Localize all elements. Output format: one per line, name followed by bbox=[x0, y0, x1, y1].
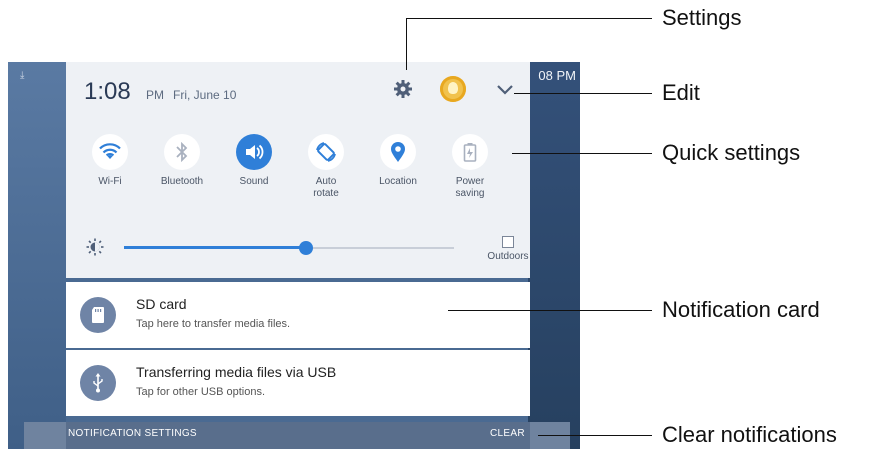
notification-subtitle: Tap for other USB options. bbox=[136, 386, 266, 398]
callout-quick-settings: Quick settings bbox=[662, 140, 801, 165]
notification-card[interactable]: Transferring media files via USB Tap for… bbox=[66, 350, 530, 416]
notification-panel: 1:08 PM Fri, June 10 Wi-Fi Bluetooth Sou… bbox=[66, 62, 530, 278]
callout-line-notification-card bbox=[448, 310, 652, 311]
chevron-down-icon[interactable] bbox=[492, 76, 518, 102]
quick-setting-location[interactable]: Location bbox=[358, 134, 438, 188]
callout-line-settings bbox=[406, 18, 652, 19]
callout-edit: Edit bbox=[662, 80, 700, 105]
callout-notification-card: Notification card bbox=[662, 297, 820, 322]
notification-title: Transferring media files via USB bbox=[136, 364, 337, 380]
device-screen: ⤓ 08 PM 1:08 PM Fri, June 10 Wi-Fi Bluet… bbox=[8, 62, 580, 449]
brightness-fill bbox=[124, 246, 306, 249]
brightness-control: Outdoors bbox=[86, 234, 529, 264]
brightness-slider-thumb[interactable] bbox=[299, 241, 313, 255]
quick-setting-label: Auto rotate bbox=[286, 176, 366, 200]
panel-time: 1:08 bbox=[84, 78, 131, 105]
wallpaper-left bbox=[8, 62, 66, 449]
power-saving-icon bbox=[452, 134, 488, 170]
quick-setting-label: Sound bbox=[239, 176, 269, 187]
location-icon bbox=[380, 134, 416, 170]
quick-setting-label: Power saving bbox=[430, 176, 510, 200]
quick-setting-label: Location bbox=[379, 176, 417, 187]
notification-subtitle: Tap here to transfer media files. bbox=[136, 318, 291, 330]
status-bar-time: 08 PM bbox=[538, 68, 576, 83]
user-avatar[interactable] bbox=[440, 76, 466, 102]
callout-line-quick-settings bbox=[512, 153, 652, 154]
auto-rotate-label: Auto rotate bbox=[313, 176, 339, 199]
power-saving-label: Power saving bbox=[455, 176, 485, 199]
clear-notifications-button[interactable]: CLEAR bbox=[490, 428, 525, 439]
auto-rotate-icon bbox=[308, 134, 344, 170]
callout-clear-notifications: Clear notifications bbox=[662, 422, 837, 447]
outdoors-checkbox[interactable] bbox=[502, 236, 514, 248]
outdoors-toggle[interactable]: Outdoors bbox=[478, 236, 538, 262]
sound-icon bbox=[236, 134, 272, 170]
quick-setting-label: Bluetooth bbox=[160, 176, 204, 187]
usb-icon bbox=[80, 365, 116, 401]
notification-title: SD card bbox=[136, 296, 187, 312]
quick-setting-power-saving[interactable]: Power saving bbox=[430, 134, 510, 200]
bluetooth-icon bbox=[164, 134, 200, 170]
panel-ampm: PM bbox=[146, 88, 164, 102]
sd-card-icon bbox=[80, 297, 116, 333]
callout-line-clear bbox=[538, 435, 652, 436]
settings-gear-icon[interactable] bbox=[390, 76, 416, 102]
notification-card[interactable]: SD card Tap here to transfer media files… bbox=[66, 282, 530, 348]
quick-setting-auto-rotate[interactable]: Auto rotate bbox=[286, 134, 366, 200]
callout-line-settings-vertical bbox=[406, 18, 407, 70]
download-status-icon: ⤓ bbox=[20, 70, 25, 81]
quick-setting-sound[interactable]: Sound bbox=[214, 134, 294, 188]
notification-settings-button[interactable]: NOTIFICATION SETTINGS bbox=[68, 428, 197, 439]
quick-setting-wifi[interactable]: Wi-Fi bbox=[70, 134, 150, 188]
notification-bottom-bar: NOTIFICATION SETTINGS CLEAR bbox=[24, 422, 570, 449]
outdoors-label: Outdoors bbox=[487, 251, 529, 262]
callout-line-edit bbox=[514, 93, 652, 94]
wifi-icon bbox=[92, 134, 128, 170]
callout-settings: Settings bbox=[662, 5, 742, 30]
panel-date: Fri, June 10 bbox=[173, 88, 237, 102]
quick-setting-label: Wi-Fi bbox=[98, 176, 122, 187]
quick-setting-bluetooth[interactable]: Bluetooth bbox=[142, 134, 222, 188]
brightness-icon bbox=[86, 238, 104, 256]
